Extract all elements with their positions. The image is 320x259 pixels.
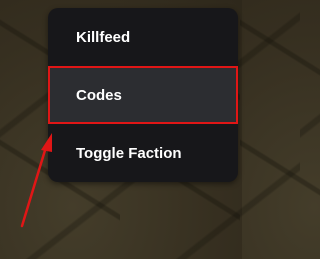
menu-item-label: Killfeed <box>76 28 131 46</box>
menu-item-label: Codes <box>76 86 122 104</box>
context-menu: Killfeed Codes Toggle Faction <box>48 8 238 182</box>
menu-item-codes[interactable]: Codes <box>48 66 238 124</box>
menu-item-killfeed[interactable]: Killfeed <box>48 8 238 66</box>
menu-item-toggle-faction[interactable]: Toggle Faction <box>48 124 238 182</box>
menu-item-label: Toggle Faction <box>76 144 182 162</box>
